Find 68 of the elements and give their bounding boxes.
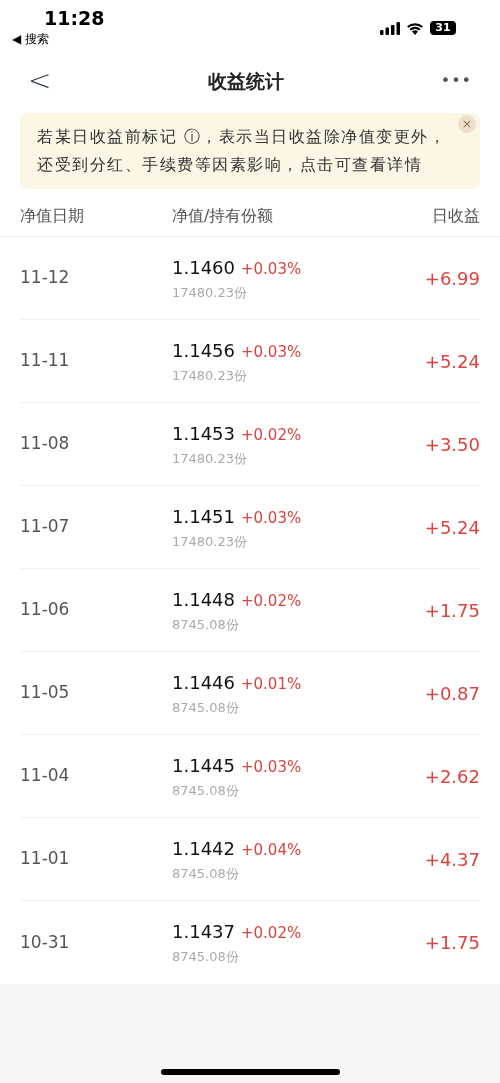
nav-value: 1.1448 <box>172 587 235 612</box>
income-row[interactable]: 10-31 1.1437 +0.02% 8745.08份 +1.75 <box>20 901 480 984</box>
date-cell: 11-01 <box>20 848 70 869</box>
status-time: 11:28 <box>44 6 105 30</box>
date-cell: 10-31 <box>20 931 70 952</box>
daily-profit: +1.75 <box>424 599 480 621</box>
daily-profit: +6.99 <box>424 267 480 289</box>
nav-change: +0.03% <box>241 507 302 529</box>
shares-text: 17480.23份 <box>172 532 249 551</box>
column-header: 净值/持有份额 <box>172 205 274 225</box>
more-button[interactable]: ••• <box>440 69 472 93</box>
date-cell: 11-07 <box>20 516 70 537</box>
income-row[interactable]: 11-12 1.1460 +0.03% 17480.23份 +6.99 <box>20 237 480 320</box>
nav-change: +0.02% <box>241 923 302 945</box>
nav-value: 1.1437 <box>172 920 235 945</box>
nav-value: 1.1460 <box>172 255 235 280</box>
shares-text: 17480.23份 <box>172 366 249 385</box>
nav-change: +0.02% <box>241 424 302 446</box>
income-row[interactable]: 11-01 1.1442 +0.04% 8745.08份 +4.37 <box>20 818 480 901</box>
nav-change: +0.03% <box>241 756 302 778</box>
back-button[interactable]: < <box>28 67 52 95</box>
date-cell: 11-08 <box>20 433 70 454</box>
income-row[interactable]: 11-08 1.1453 +0.02% 17480.23份 +3.50 <box>20 403 480 486</box>
nav-value: 1.1445 <box>172 753 235 778</box>
date-cell: 11-05 <box>20 682 70 703</box>
back-to-app-link[interactable]: ◀ 搜索 <box>12 30 105 48</box>
daily-profit: +0.87 <box>424 682 480 704</box>
shares-text: 8745.08份 <box>172 781 240 800</box>
daily-profit: +3.50 <box>424 433 480 455</box>
page-title: 收益统计 <box>208 68 285 94</box>
date-cell: 11-11 <box>20 350 70 371</box>
nav-value: 1.1456 <box>172 338 235 363</box>
date-cell: 11-06 <box>20 599 70 620</box>
battery-icon: 31 <box>430 21 456 35</box>
shares-text: 17480.23份 <box>172 449 249 468</box>
close-button[interactable]: × <box>458 115 476 133</box>
notice-text: 若某日收益前标记 ⓘ，表示当日收益除净值变更外，还受到分红、手续费等因素影响，点击可查看详情 <box>37 126 448 176</box>
income-row[interactable]: 11-06 1.1448 +0.02% 8745.08份 +1.75 <box>20 569 480 652</box>
shares-text: 17480.23份 <box>172 283 249 302</box>
income-row[interactable]: 11-05 1.1446 +0.01% 8745.08份 +0.87 <box>20 652 480 735</box>
nav-change: +0.03% <box>241 258 302 280</box>
income-row[interactable]: 11-04 1.1445 +0.03% 8745.08份 +2.62 <box>20 735 480 818</box>
daily-profit: +1.75 <box>424 932 480 953</box>
column-header: 日收益 <box>432 205 480 225</box>
nav-change: +0.02% <box>241 590 302 612</box>
nav-change: +0.03% <box>241 341 302 363</box>
nav-value: 1.1453 <box>172 421 235 446</box>
notice-banner[interactable]: 若某日收益前标记 ⓘ，表示当日收益除净值变更外，还受到分红、手续费等因素影响，点击可查看详情 × <box>20 113 480 189</box>
nav-value: 1.1446 <box>172 670 235 695</box>
nav-value: 1.1451 <box>172 504 235 529</box>
shares-text: 8745.08份 <box>172 698 240 717</box>
column-header: 净值日期 <box>20 205 84 225</box>
daily-profit: +4.37 <box>424 848 480 870</box>
income-row[interactable]: 11-11 1.1456 +0.03% 17480.23份 +5.24 <box>20 320 480 403</box>
date-cell: 11-04 <box>20 765 70 786</box>
daily-profit: +5.24 <box>424 350 480 372</box>
shares-text: 8745.08份 <box>172 615 240 634</box>
signal-icon <box>380 21 400 35</box>
date-cell: 11-12 <box>20 267 70 288</box>
daily-profit: +5.24 <box>424 516 480 538</box>
daily-profit: +2.62 <box>424 765 480 787</box>
shares-text: 8745.08份 <box>172 948 240 967</box>
nav-change: +0.01% <box>241 673 302 695</box>
nav-change: +0.04% <box>241 839 302 861</box>
shares-text: 8745.08份 <box>172 864 240 883</box>
wifi-icon <box>406 21 424 35</box>
nav-value: 1.1442 <box>172 836 235 861</box>
income-row[interactable]: 11-07 1.1451 +0.03% 17480.23份 +5.24 <box>20 486 480 569</box>
